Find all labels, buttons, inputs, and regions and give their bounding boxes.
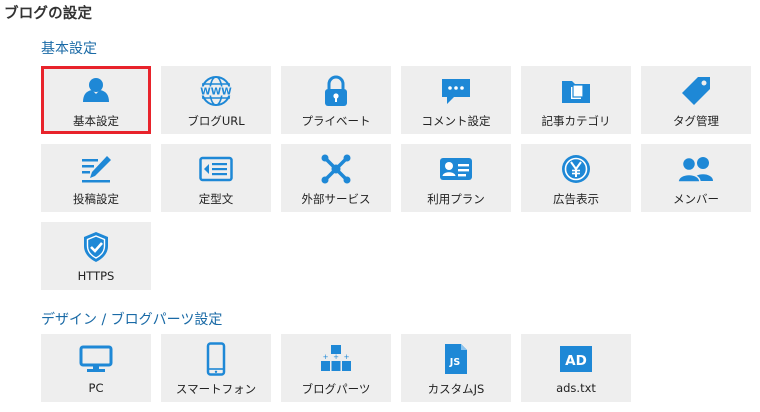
tile-label: PC: [88, 381, 104, 395]
tile-pc[interactable]: PC: [41, 334, 151, 402]
plan-card-icon: [401, 153, 511, 185]
svg-text:+: +: [344, 353, 350, 361]
ad-icon: AD: [521, 343, 631, 375]
section-title-basic: 基本設定: [41, 41, 97, 57]
tile-label: 投稿設定: [73, 192, 119, 206]
tile-tag-management[interactable]: タグ管理: [641, 66, 751, 134]
tile-comment-settings[interactable]: コメント設定: [401, 66, 511, 134]
svg-text:+: +: [323, 353, 329, 361]
tile-label: 外部サービス: [301, 192, 371, 206]
template-icon: [161, 153, 271, 185]
tile-label: 広告表示: [553, 192, 599, 206]
tile-label: ブログパーツ: [301, 382, 371, 396]
tile-label: カスタムJS: [427, 382, 485, 396]
tile-blog-parts[interactable]: + + + ブログパーツ: [281, 334, 391, 402]
www-globe-icon: WWW: [161, 75, 271, 107]
tile-label: プライベート: [301, 114, 371, 128]
tile-smartphone[interactable]: スマートフォン: [161, 334, 271, 402]
tile-label: 利用プラン: [427, 192, 485, 206]
tag-icon: [641, 75, 751, 107]
tile-label: HTTPS: [77, 269, 115, 283]
tile-post-settings[interactable]: 投稿設定: [41, 144, 151, 212]
smartphone-icon: [161, 342, 271, 376]
ad-icon-text: AD: [565, 353, 587, 369]
page-title: ブログの設定: [4, 6, 93, 22]
tile-label: メンバー: [673, 192, 719, 206]
tile-usage-plan[interactable]: 利用プラン: [401, 144, 511, 212]
pencil-icon: [41, 153, 151, 185]
tile-ad-display[interactable]: 広告表示: [521, 144, 631, 212]
tile-label: ブログURL: [187, 114, 245, 128]
tile-label: 基本設定: [73, 114, 119, 128]
tile-https[interactable]: HTTPS: [41, 222, 151, 290]
members-icon: [641, 153, 751, 185]
monitor-icon: [41, 343, 151, 375]
tile-external-services[interactable]: 外部サービス: [281, 144, 391, 212]
tile-label: 記事カテゴリ: [541, 114, 611, 128]
svg-text:WWW: WWW: [200, 87, 232, 98]
tile-label: コメント設定: [421, 114, 491, 128]
section-title-design: デザイン / ブログパーツ設定: [41, 312, 223, 328]
tile-label: 定型文: [198, 192, 234, 206]
folder-icon: [521, 75, 631, 107]
tile-private[interactable]: プライベート: [281, 66, 391, 134]
lock-icon: [281, 75, 391, 107]
comment-icon: [401, 75, 511, 107]
shield-check-icon: [41, 231, 151, 263]
user-icon: [44, 75, 148, 107]
tile-ads-txt[interactable]: AD ads.txt: [521, 334, 631, 402]
blog-parts-icon: + + +: [281, 343, 391, 375]
tile-blog-url[interactable]: WWW ブログURL: [161, 66, 271, 134]
js-file-icon: JS: [401, 343, 511, 375]
tile-template-text[interactable]: 定型文: [161, 144, 271, 212]
tile-label: スマートフォン: [175, 382, 257, 396]
tile-label: タグ管理: [673, 114, 719, 128]
tile-label: ads.txt: [556, 381, 596, 395]
tile-article-category[interactable]: 記事カテゴリ: [521, 66, 631, 134]
svg-text:JS: JS: [449, 357, 461, 368]
tile-members[interactable]: メンバー: [641, 144, 751, 212]
tile-custom-js[interactable]: JS カスタムJS: [401, 334, 511, 402]
tile-basic-settings[interactable]: 基本設定: [41, 66, 151, 134]
external-services-icon: [281, 153, 391, 185]
svg-text:+: +: [333, 353, 339, 361]
yen-coin-icon: [521, 153, 631, 185]
